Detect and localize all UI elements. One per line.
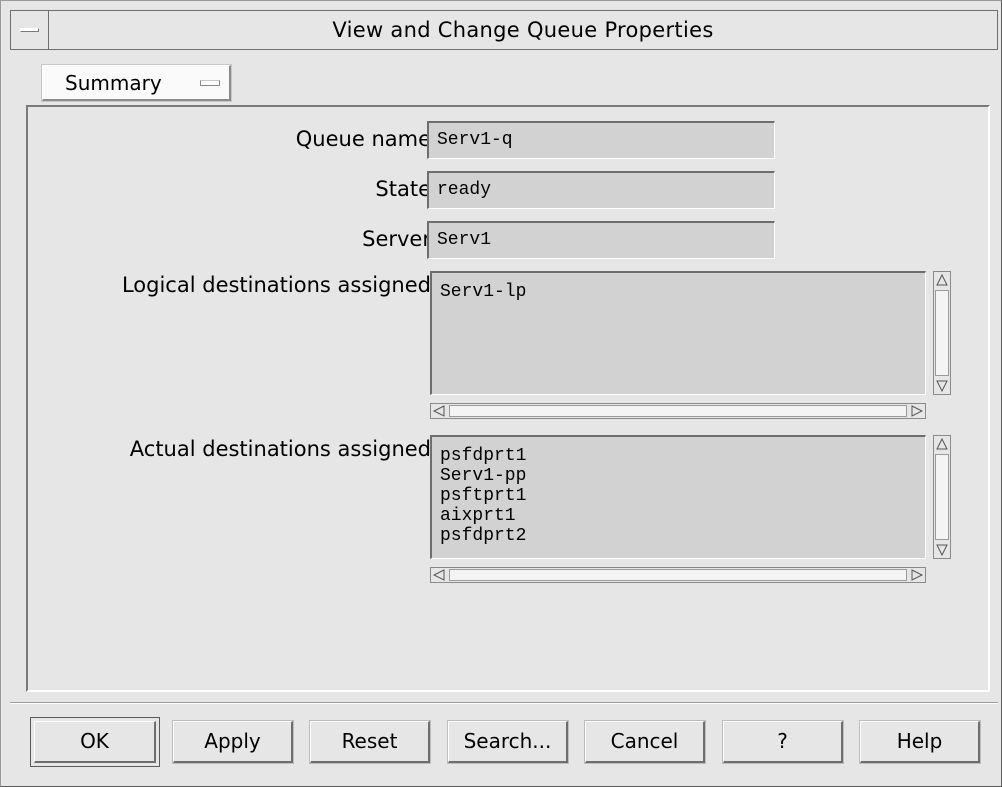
list-item[interactable]: aixprt1	[440, 506, 917, 526]
button-separator	[10, 702, 998, 704]
triangle-right-icon[interactable]	[909, 567, 925, 583]
dropdown-indicator-icon	[200, 80, 220, 86]
scroll-thumb[interactable]	[935, 454, 949, 540]
view-selector-dropdown[interactable]: Summary	[42, 65, 231, 101]
state-field[interactable]: ready	[427, 171, 775, 209]
list-item[interactable]: psfdprt1	[440, 446, 917, 466]
actual-vertical-scrollbar[interactable]	[933, 435, 951, 559]
actual-horizontal-scrollbar[interactable]	[430, 567, 926, 583]
actual-destinations-label: Actual destinations assigned	[129, 437, 431, 461]
queue-name-label: Queue name	[295, 127, 431, 151]
logical-destinations-label: Logical destinations assigned	[121, 273, 431, 297]
server-field[interactable]: Serv1	[427, 221, 775, 259]
logical-vertical-scrollbar[interactable]	[933, 271, 951, 395]
actual-destinations-list[interactable]: psfdprt1 Serv1-pp psftprt1 aixprt1 psfdp…	[430, 435, 926, 559]
properties-panel: Queue name Serv1-q State ready Server Se…	[26, 105, 990, 692]
triangle-left-icon[interactable]	[431, 403, 447, 419]
logical-destinations-list[interactable]: Serv1-lp	[430, 271, 926, 395]
server-label: Server	[362, 227, 431, 251]
triangle-left-icon[interactable]	[431, 567, 447, 583]
queue-name-field[interactable]: Serv1-q	[427, 121, 775, 159]
triangle-down-icon[interactable]	[934, 542, 950, 558]
list-item[interactable]: Serv1-pp	[440, 466, 917, 486]
triangle-up-icon[interactable]	[934, 436, 950, 452]
reset-button[interactable]: Reset	[310, 721, 430, 763]
triangle-down-icon[interactable]	[934, 378, 950, 394]
dialog-window: View and Change Queue Properties Summary…	[0, 0, 1002, 787]
system-menu-icon[interactable]	[11, 11, 49, 49]
window-title: View and Change Queue Properties	[332, 18, 714, 42]
search-button[interactable]: Search...	[448, 721, 568, 763]
ok-button[interactable]: OK	[34, 721, 156, 763]
list-item[interactable]: Serv1-lp	[440, 282, 917, 302]
logical-horizontal-scrollbar[interactable]	[430, 403, 926, 419]
list-item[interactable]: psfdprt2	[440, 526, 917, 546]
cancel-button[interactable]: Cancel	[585, 721, 705, 763]
title-bar: View and Change Queue Properties	[10, 10, 998, 50]
scroll-thumb[interactable]	[449, 405, 907, 417]
view-selector-value: Summary	[65, 71, 162, 95]
apply-button[interactable]: Apply	[173, 721, 293, 763]
state-label: State	[375, 177, 431, 201]
question-button[interactable]: ?	[723, 721, 843, 763]
list-item[interactable]: psftprt1	[440, 486, 917, 506]
help-button[interactable]: Help	[860, 721, 980, 763]
scroll-thumb[interactable]	[449, 569, 907, 581]
triangle-right-icon[interactable]	[909, 403, 925, 419]
triangle-up-icon[interactable]	[934, 272, 950, 288]
scroll-thumb[interactable]	[935, 290, 949, 376]
